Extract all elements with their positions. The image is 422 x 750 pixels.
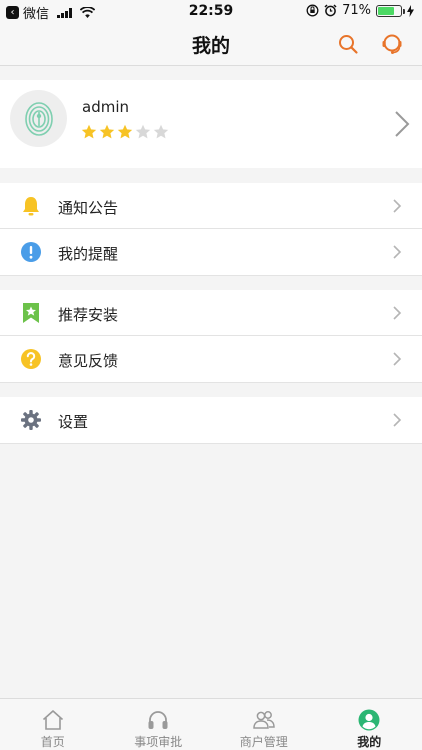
- chevron-right-icon: [393, 413, 402, 427]
- chevron-right-icon[interactable]: [394, 110, 410, 138]
- star-filled-icon: [117, 124, 133, 139]
- menu-item-reminders[interactable]: 我的提醒: [0, 229, 422, 275]
- menu-item-notices[interactable]: 通知公告: [0, 183, 422, 229]
- tab-approvals[interactable]: 事项审批: [106, 699, 212, 750]
- battery-percent: 71%: [342, 3, 371, 18]
- headphones-icon: [148, 711, 168, 729]
- avatar[interactable]: [10, 90, 67, 147]
- battery-fill: [378, 6, 394, 15]
- menu-group-settings: 设置: [0, 397, 422, 444]
- search-icon[interactable]: [336, 32, 360, 56]
- star-filled-icon: [99, 124, 115, 139]
- menu-group-apps: 推荐安装 意见反馈: [0, 290, 422, 383]
- menu-item-feedback[interactable]: 意见反馈: [0, 336, 422, 382]
- question-icon: [20, 348, 42, 370]
- orientation-lock-icon: [306, 4, 319, 17]
- home-icon: [42, 710, 63, 730]
- gear-icon: [20, 409, 42, 431]
- chevron-right-icon: [393, 306, 402, 320]
- star-filled-icon: [81, 124, 97, 139]
- menu-item-recommend-install[interactable]: 推荐安装: [0, 290, 422, 336]
- charging-icon: [407, 4, 414, 17]
- bookmark-star-icon: [20, 302, 42, 324]
- status-right: 71%: [306, 3, 414, 18]
- users-icon: [252, 711, 275, 729]
- status-bar: ‹ 微信 22:59 71%: [0, 0, 422, 22]
- tab-home[interactable]: 首页: [0, 699, 106, 750]
- battery-icon: [376, 4, 405, 17]
- fingerprint-logo-icon: [24, 101, 53, 136]
- menu-group-notifications: 通知公告 我的提醒: [0, 183, 422, 276]
- menu-item-settings[interactable]: 设置: [0, 397, 422, 443]
- chevron-right-icon: [393, 199, 402, 213]
- customer-service-icon[interactable]: [380, 32, 404, 56]
- tab-label: 事项审批: [134, 735, 183, 749]
- profile-icon: [358, 709, 380, 731]
- rating-stars: [81, 124, 169, 140]
- menu-label: 设置: [58, 413, 89, 431]
- menu-label: 通知公告: [58, 199, 119, 217]
- tab-bar: 首页 事项审批 商户管理 我的: [0, 698, 422, 750]
- chevron-right-icon: [393, 352, 402, 366]
- username: admin: [82, 98, 129, 116]
- tab-merchants[interactable]: 商户管理: [211, 699, 317, 750]
- menu-label: 我的提醒: [58, 245, 119, 263]
- menu-label: 推荐安装: [58, 306, 119, 324]
- star-empty-icon: [153, 124, 169, 139]
- alarm-icon: [324, 4, 337, 17]
- bell-icon: [20, 195, 42, 217]
- menu-label: 意见反馈: [58, 352, 119, 370]
- profile-card[interactable]: admin: [0, 80, 422, 168]
- nav-bar: 我的: [0, 22, 422, 66]
- star-empty-icon: [135, 124, 151, 139]
- chevron-right-icon: [393, 245, 402, 259]
- tab-label: 商户管理: [239, 735, 288, 749]
- tab-label: 首页: [40, 735, 65, 749]
- tab-mine[interactable]: 我的: [317, 699, 422, 750]
- tab-label: 我的: [357, 735, 382, 749]
- exclamation-icon: [20, 241, 42, 263]
